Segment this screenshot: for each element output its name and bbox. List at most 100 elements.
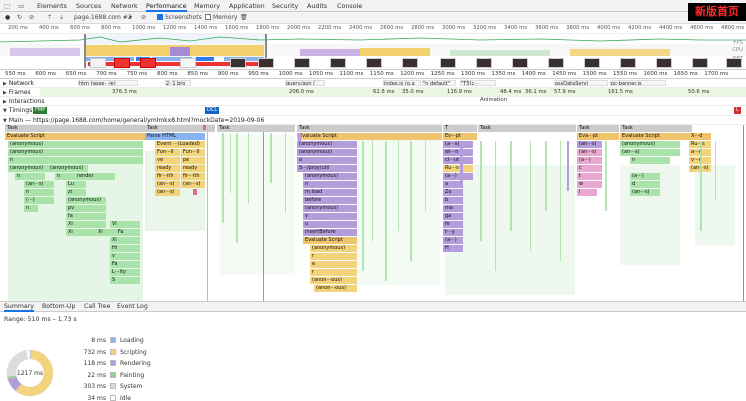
frame-duration[interactable]: 35.0 ms bbox=[402, 89, 423, 95]
flame-function[interactable]: Xi bbox=[66, 229, 96, 236]
flame-function[interactable]: (anonymous) bbox=[303, 173, 357, 180]
flame-function[interactable]: (anonymous) bbox=[48, 165, 88, 172]
clear-profile-icon[interactable]: ⊘ bbox=[141, 12, 146, 24]
screenshot-thumb[interactable] bbox=[366, 58, 382, 68]
screenshot-thumb[interactable] bbox=[476, 58, 492, 68]
tab-security[interactable]: Security bbox=[272, 0, 298, 12]
flame-function[interactable]: ready bbox=[155, 165, 180, 172]
flame-function[interactable]: a bbox=[443, 181, 463, 188]
reload-icon[interactable]: ↻ bbox=[17, 12, 22, 24]
flame-evaluate-script[interactable]: Evaluate Script bbox=[297, 133, 442, 140]
network-request[interactable]: htm (spee···le) bbox=[78, 80, 138, 86]
tab-elements[interactable]: Elements bbox=[37, 0, 67, 12]
screenshot-thumb[interactable] bbox=[656, 58, 672, 68]
flame-function[interactable]: fe bbox=[443, 221, 463, 228]
flame-function[interactable]: (an···s) bbox=[181, 181, 205, 188]
flame-function[interactable]: Zo bbox=[443, 189, 463, 196]
frames-track-label[interactable]: ▶ Frames bbox=[3, 89, 31, 96]
tab-audits[interactable]: Audits bbox=[307, 0, 327, 12]
flame-function[interactable]: (anonymous) bbox=[303, 205, 357, 212]
flame-function[interactable]: (an···s) bbox=[155, 189, 180, 196]
interactions-track-label[interactable]: ▶ Interactions bbox=[3, 98, 45, 105]
flame-function[interactable]: (anonymous) bbox=[8, 165, 48, 172]
flame-function[interactable]: cl···ut bbox=[443, 157, 473, 164]
tab-memory[interactable]: Memory bbox=[194, 0, 220, 12]
flame-function[interactable]: Fa bbox=[116, 229, 140, 236]
flame-function[interactable]: c bbox=[577, 165, 602, 172]
screenshot-thumb[interactable] bbox=[726, 58, 742, 68]
flame-function[interactable]: n bbox=[55, 173, 75, 180]
flame-function[interactable]: pv bbox=[66, 205, 106, 212]
network-request[interactable]: 2··1 bro bbox=[165, 80, 191, 86]
screenshot-thumb[interactable] bbox=[90, 58, 106, 68]
flame-evaluate-script[interactable]: Evaluate Script bbox=[5, 133, 145, 140]
network-request[interactable]: "T5(c··· bbox=[460, 80, 496, 86]
flame-task[interactable]: Task bbox=[577, 125, 619, 132]
flame-function[interactable]: Fa bbox=[110, 261, 140, 268]
network-track-label[interactable]: ▶ Network bbox=[3, 80, 34, 87]
flame-function[interactable]: insertBefore bbox=[303, 229, 357, 236]
flame-function[interactable]: Fun···ll bbox=[181, 149, 205, 156]
upload-icon[interactable]: ⇡ bbox=[47, 12, 52, 24]
flame-function[interactable]: (anonymous) bbox=[297, 149, 357, 156]
device-toggle-icon[interactable]: ▭ bbox=[18, 0, 24, 12]
tab-sources[interactable]: Sources bbox=[76, 0, 101, 12]
frame-duration[interactable]: 36.1 ms bbox=[525, 89, 546, 95]
flame-function[interactable]: t···y bbox=[443, 229, 463, 236]
frame-duration[interactable]: 48.4 ms bbox=[500, 89, 521, 95]
flame-function[interactable]: S···/proy/util bbox=[297, 165, 357, 172]
screenshot-thumb[interactable] bbox=[140, 58, 156, 68]
flame-function[interactable]: b bbox=[443, 197, 463, 204]
flame-function[interactable]: (an···s) bbox=[577, 149, 602, 156]
flame-function[interactable]: ready bbox=[181, 165, 205, 172]
flame-function[interactable]: t bbox=[577, 173, 602, 180]
flame-evaluate-script[interactable]: Evaluate Script bbox=[303, 237, 357, 244]
screenshot-thumb[interactable] bbox=[512, 58, 528, 68]
frame-duration[interactable]: 376.3 ms bbox=[112, 89, 137, 95]
flame-function[interactable]: Xi bbox=[96, 229, 116, 236]
fmp-marker[interactable]: FMP bbox=[33, 107, 48, 114]
tab-application[interactable]: Application bbox=[229, 0, 265, 12]
inspect-icon[interactable]: ⬚ bbox=[4, 0, 10, 12]
flame-function[interactable]: zi bbox=[66, 189, 86, 196]
flame-function[interactable]: H bbox=[443, 245, 463, 252]
tab-summary[interactable]: Summary bbox=[4, 302, 34, 312]
flame-function[interactable]: pe bbox=[181, 157, 205, 164]
flame-function[interactable]: (anonymous) bbox=[297, 141, 357, 148]
flame-function[interactable]: (a···) bbox=[443, 237, 463, 244]
dcl-marker[interactable]: DCL bbox=[205, 107, 220, 114]
flame-function[interactable]: v···e bbox=[689, 157, 711, 164]
flame-function[interactable]: e bbox=[310, 261, 357, 268]
screenshot-thumb[interactable] bbox=[620, 58, 636, 68]
flame-function[interactable]: fir···ith bbox=[155, 173, 180, 180]
flame-function[interactable]: (a···) bbox=[577, 157, 602, 164]
flame-function[interactable]: Xi bbox=[110, 237, 140, 244]
flame-task[interactable]: T bbox=[443, 125, 477, 132]
flame-function[interactable]: m.load bbox=[303, 189, 357, 196]
record-icon[interactable]: ● bbox=[5, 12, 10, 24]
flame-function[interactable]: Xi bbox=[66, 221, 106, 228]
flame-function[interactable]: d bbox=[630, 181, 660, 188]
load-marker[interactable]: L bbox=[734, 107, 741, 114]
flame-evaluate-script[interactable]: Eva···pt bbox=[577, 133, 619, 140]
flame-function[interactable]: Ru···s bbox=[689, 141, 711, 148]
network-request[interactable]: "n default" bbox=[422, 80, 456, 86]
flame-function[interactable]: (an···s) bbox=[155, 181, 180, 188]
chevron-down-icon[interactable]: ▾ bbox=[129, 12, 132, 24]
clear-icon[interactable]: ⊘ bbox=[29, 12, 34, 24]
screenshot-thumb[interactable] bbox=[402, 58, 418, 68]
profile-select[interactable]: page.1688.com #2 bbox=[74, 12, 132, 24]
download-icon[interactable]: ⇣ bbox=[59, 12, 64, 24]
flame-function[interactable]: a bbox=[297, 157, 357, 164]
flame-function[interactable]: before bbox=[303, 197, 357, 204]
flame-evaluate-script[interactable]: X···d bbox=[689, 133, 711, 140]
flame-function[interactable]: n bbox=[24, 205, 38, 212]
frame-duration[interactable]: 161.5 ms bbox=[608, 89, 633, 95]
flame-function[interactable]: Event ···(Loaded) bbox=[155, 141, 205, 148]
screenshot-thumb[interactable] bbox=[692, 58, 708, 68]
flame-function[interactable]: fa bbox=[66, 213, 106, 220]
flame-task[interactable]: Task bbox=[145, 125, 215, 132]
screenshot-thumb[interactable] bbox=[584, 58, 600, 68]
network-request[interactable]: ossDataServi bbox=[554, 80, 608, 86]
flame-evaluate-script[interactable]: Evaluate Script bbox=[620, 133, 692, 140]
